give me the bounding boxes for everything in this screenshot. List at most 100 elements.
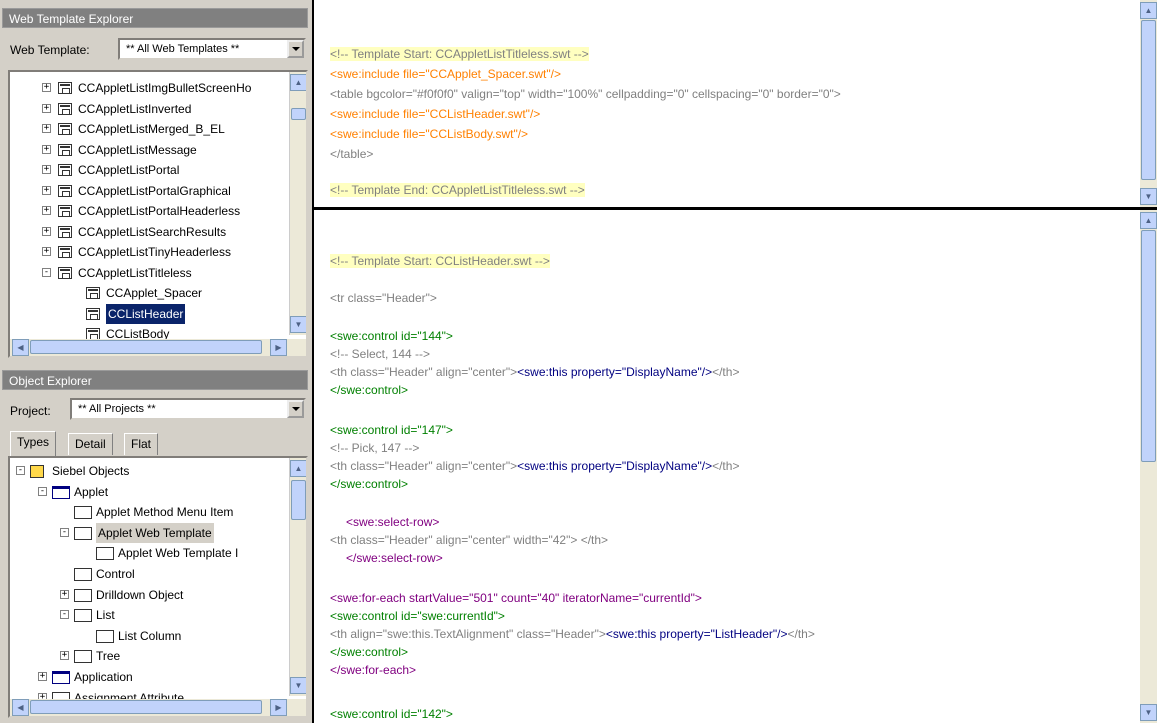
object-tree-item[interactable]: - List [10, 605, 285, 625]
scroll-thumb[interactable] [291, 108, 306, 120]
tree-item-label: CCListHeader [104, 302, 187, 325]
scroll-down-icon[interactable]: ▼ [1140, 704, 1157, 721]
template-icon [58, 123, 72, 135]
expand-icon[interactable]: + [42, 124, 51, 133]
object-tree-item[interactable]: - Applet [10, 482, 285, 502]
object-tree-item[interactable]: Applet Web Template I [10, 543, 285, 563]
web-template-tree[interactable]: + CCAppletListImgBulletScreenHo + CCAppletL… [8, 70, 308, 358]
tree-item[interactable]: + CCAppletListTinyHeaderless [10, 242, 285, 262]
bottom-code-pane[interactable]: <!-- Template Start: CCListHeader.swt --… [314, 210, 1140, 723]
expand-icon[interactable]: + [42, 247, 51, 256]
project-combo[interactable]: ** All Projects ** [70, 398, 306, 420]
tree-horizontal-scrollbar[interactable]: ◀ ▶ [10, 339, 306, 356]
object-tree-item[interactable]: + Tree [10, 646, 285, 666]
h-scroll-thumb[interactable] [30, 700, 262, 714]
web-template-label: Web Template: [10, 43, 90, 57]
scroll-down-icon[interactable]: ▼ [1140, 188, 1157, 205]
chevron-down-icon[interactable] [287, 40, 304, 58]
expand-icon[interactable]: + [42, 165, 51, 174]
expand-icon[interactable]: + [42, 185, 51, 195]
scroll-down-icon[interactable]: ▼ [290, 316, 306, 333]
collapse-icon[interactable]: - [38, 486, 47, 496]
object-tree-item[interactable]: + Application [10, 667, 285, 687]
template-icon [58, 205, 72, 217]
tree-item[interactable]: CCListHeader [10, 302, 285, 325]
object-tree-item[interactable]: - Applet Web Template [10, 522, 285, 543]
code-line: <!-- Template Start: CCListHeader.swt --… [330, 254, 550, 268]
collapse-icon[interactable]: - [16, 466, 25, 475]
code-line: <swe:for-each startValue="501" count="40… [330, 591, 702, 605]
chevron-down-icon[interactable] [287, 400, 304, 418]
code-line: <!-- Pick, 147 --> [330, 441, 420, 455]
template-icon [58, 82, 72, 94]
expand-icon[interactable]: + [60, 651, 69, 661]
object-tree-item[interactable]: - Siebel Objects [10, 461, 285, 481]
template-icon [58, 266, 72, 279]
collapse-icon[interactable]: - [60, 610, 69, 620]
object-tree-item[interactable]: Applet Method Menu Item [10, 502, 285, 522]
scroll-down-icon[interactable]: ▼ [290, 677, 306, 694]
tree-vertical-scrollbar[interactable]: ▲ ▼ [289, 72, 306, 335]
expand-icon[interactable]: + [42, 226, 51, 236]
tree-item[interactable]: + CCAppletListImgBulletScreenHo [10, 78, 285, 98]
scroll-left-icon[interactable]: ◀ [12, 339, 29, 356]
scroll-right-icon[interactable]: ▶ [270, 339, 287, 356]
web-template-combo[interactable]: ** All Web Templates ** [118, 38, 306, 60]
object-tree-item-label: Applet Web Template [96, 522, 214, 543]
code-line: <swe:select-row> [346, 515, 440, 529]
h-scroll-thumb[interactable] [30, 340, 262, 354]
tree-item[interactable]: + CCAppletListInverted [10, 99, 285, 119]
bottom-pane-scrollbar[interactable]: ▲ ▼ [1140, 210, 1157, 723]
object-tree-item[interactable]: List Column [10, 626, 285, 646]
tab-detail[interactable]: Detail [68, 433, 113, 455]
object-type-icon [74, 506, 92, 520]
expand-icon[interactable]: + [42, 206, 51, 215]
object-tree-horizontal-scrollbar[interactable]: ◀ ▶ [10, 699, 306, 716]
expand-icon[interactable]: + [42, 144, 51, 154]
object-type-icon [74, 588, 92, 602]
tree-item[interactable]: + CCAppletListMessage [10, 140, 285, 160]
scroll-up-icon[interactable]: ▲ [1140, 212, 1157, 229]
object-tree-vertical-scrollbar[interactable]: ▲ ▼ [289, 458, 306, 696]
scroll-right-icon[interactable]: ▶ [270, 699, 287, 716]
tree-item-label: CCAppletListMerged_B_EL [78, 122, 225, 136]
tree-item[interactable]: + CCAppletListPortalHeaderless [10, 201, 285, 221]
object-tree-item-label: Applet Web Template I [118, 546, 239, 561]
collapse-icon[interactable]: - [60, 527, 69, 537]
tree-item[interactable]: - CCAppletListTitleless [10, 263, 285, 283]
object-tree[interactable]: - Siebel Objects - Applet Applet Method Menu… [8, 456, 308, 718]
tree-item[interactable]: + CCAppletListPortalGraphical [10, 181, 285, 201]
scroll-up-icon[interactable]: ▲ [290, 460, 306, 477]
scroll-left-icon[interactable]: ◀ [12, 699, 29, 716]
expand-icon[interactable]: + [60, 589, 69, 599]
template-icon [58, 102, 72, 115]
scroll-thumb[interactable] [291, 480, 306, 520]
top-code-pane[interactable]: <!-- Template Start: CCAppletListTitlele… [314, 0, 1140, 207]
scroll-up-icon[interactable]: ▲ [1140, 2, 1157, 19]
tree-item-label: CCAppletListPortal [78, 163, 180, 177]
expand-icon[interactable]: + [42, 83, 51, 92]
scroll-up-icon[interactable]: ▲ [290, 74, 306, 91]
top-pane-scrollbar[interactable]: ▲ ▼ [1140, 0, 1157, 207]
expand-icon[interactable]: + [42, 103, 51, 113]
object-tree-item[interactable]: Control [10, 564, 285, 584]
collapse-icon[interactable]: - [42, 267, 51, 277]
tree-item[interactable]: + CCAppletListPortal [10, 160, 285, 180]
tab-types[interactable]: Types [10, 431, 57, 456]
code-line: </swe:for-each> [330, 663, 417, 677]
object-type-icon [96, 547, 114, 561]
code-line: </table> [330, 147, 374, 161]
scroll-thumb[interactable] [1141, 20, 1156, 180]
tab-flat[interactable]: Flat [124, 433, 159, 455]
scroll-thumb[interactable] [1141, 230, 1156, 462]
code-line: <swe:include file="CCListBody.swt"/> [330, 127, 529, 141]
tree-item[interactable]: + CCAppletListMerged_B_EL [10, 119, 285, 139]
object-tree-item-label: Application [74, 670, 133, 684]
tree-item[interactable]: + CCAppletListSearchResults [10, 222, 285, 242]
expand-icon[interactable]: + [38, 672, 47, 681]
tree-item[interactable]: CCApplet_Spacer [10, 283, 285, 303]
object-tree-item[interactable]: + Drilldown Object [10, 585, 285, 605]
web-template-explorer-title: Web Template Explorer [2, 8, 308, 28]
object-type-icon [74, 650, 92, 664]
web-template-combo-value: ** All Web Templates ** [126, 43, 240, 55]
